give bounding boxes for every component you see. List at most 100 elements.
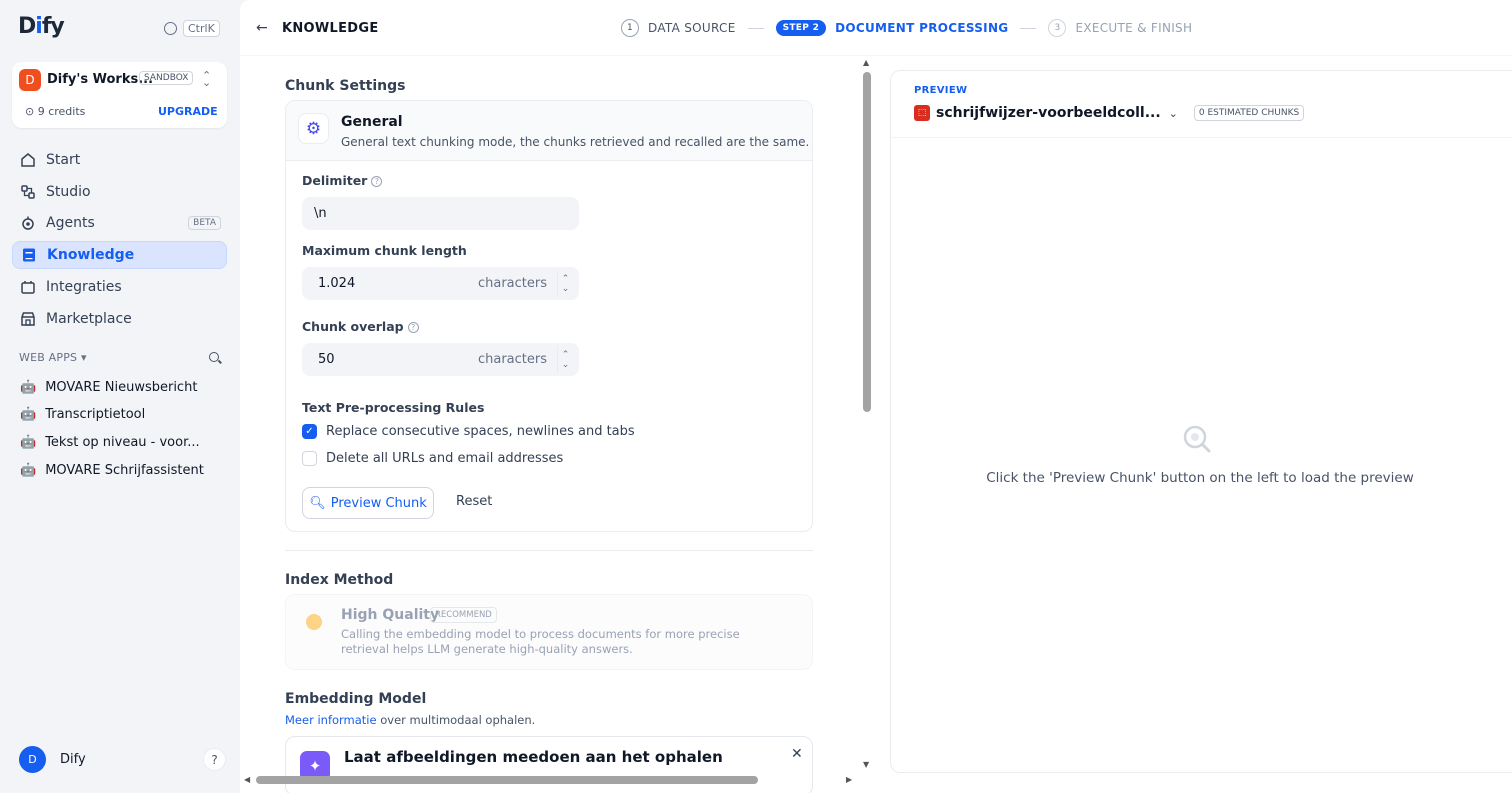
chevron-down-icon: ⌄ <box>1168 106 1178 120</box>
estimated-chunks-badge: 0 ESTIMATED CHUNKS <box>1193 105 1305 121</box>
file-name: schrijfwijzer-voorbeeldcoll... <box>936 105 1161 121</box>
multimodal-title: Laat afbeeldingen meedoen aan het ophale… <box>344 748 723 766</box>
preview-pane: PREVIEW ⬚ schrijfwijzer-voorbeeldcoll...… <box>890 70 1512 773</box>
nav-knowledge[interactable]: Knowledge <box>12 241 227 269</box>
web-apps-label: WEB APPS <box>19 351 78 364</box>
number-stepper[interactable]: ⌃ ⌄ <box>557 346 573 373</box>
delimiter-label-text: Delimiter <box>302 173 368 188</box>
max-chunk-length-label: Maximum chunk length <box>302 243 467 258</box>
general-chunk-header: ⚙ General General text chunking mode, th… <box>286 101 812 161</box>
help-button[interactable]: ? <box>203 748 226 771</box>
scroll-up-arrow-icon[interactable]: ▲ <box>863 58 869 67</box>
max-chunk-length-input[interactable]: 1.024 characters ⌃ ⌄ <box>302 267 579 300</box>
search-icon[interactable] <box>209 352 219 362</box>
nav-label: Knowledge <box>47 247 135 263</box>
preview-divider <box>891 137 1512 138</box>
option-desc: Calling the embedding model to process d… <box>341 627 740 656</box>
more-info-link[interactable]: Meer informatie <box>285 713 377 727</box>
page-title[interactable]: KNOWLEDGE <box>282 21 379 36</box>
web-app-item[interactable]: 🤖 Transcriptietool <box>20 403 145 425</box>
search-empty-icon <box>1183 425 1211 453</box>
rule-replace-spaces[interactable]: ✓ Replace consecutive spaces, newlines a… <box>302 424 635 439</box>
nav-label: Integraties <box>46 279 122 295</box>
rule-label: Replace consecutive spaces, newlines and… <box>326 424 635 439</box>
scroll-thumb[interactable] <box>863 72 871 412</box>
nav-start[interactable]: Start <box>12 146 227 174</box>
main-panel: ← KNOWLEDGE 1 DATA SOURCE STEP 2 DOCUMENT … <box>240 0 1512 793</box>
nav-marketplace[interactable]: Marketplace <box>12 305 227 333</box>
upgrade-button[interactable]: UPGRADE <box>158 105 218 118</box>
avatar: D <box>19 746 46 773</box>
robot-icon: 🤖 <box>20 434 37 450</box>
unit-label: characters <box>477 352 547 367</box>
nav-agents[interactable]: Agents BETA <box>12 209 227 237</box>
recommend-badge: RECOMMEND <box>430 607 497 623</box>
help-circle-icon[interactable]: ? <box>371 176 383 187</box>
nav-integrations[interactable]: Integraties <box>12 273 227 301</box>
web-apps-toggle[interactable]: WEB APPS ▾ <box>19 351 87 364</box>
web-app-label: MOVARE Nieuwsbericht <box>45 379 198 395</box>
arrow-left-icon[interactable]: ← <box>256 20 268 36</box>
search-shortcut[interactable]: CtrlK <box>164 20 220 37</box>
checkbox-unchecked[interactable] <box>302 451 317 466</box>
gear-icon: ⚙ <box>298 113 329 144</box>
nav-label: Agents <box>46 215 95 231</box>
step-number: 3 <box>1048 19 1067 37</box>
web-app-item[interactable]: 🤖 MOVARE Schrijfassistent <box>20 459 204 481</box>
reset-button[interactable]: Reset <box>456 494 492 509</box>
step-label: EXECUTE & FINISH <box>1075 21 1193 35</box>
general-chunk-card: ⚙ General General text chunking mode, th… <box>285 100 813 532</box>
delimiter-input[interactable]: \n <box>302 197 579 230</box>
shortcut-key: CtrlK <box>183 20 220 37</box>
option-title: High Quality <box>341 607 440 623</box>
scroll-thumb[interactable] <box>256 776 758 784</box>
file-selector[interactable]: ⬚ schrijfwijzer-voorbeeldcoll... ⌄ 0 EST… <box>914 105 1305 121</box>
credits-value: 9 credits <box>37 105 86 118</box>
web-app-item[interactable]: 🤖 MOVARE Nieuwsbericht <box>20 376 197 398</box>
scroll-down-arrow-icon[interactable]: ▼ <box>863 760 869 769</box>
rule-delete-urls[interactable]: Delete all URLs and email addresses <box>302 451 563 466</box>
web-app-item[interactable]: 🤖 Tekst op niveau - voor... <box>20 431 200 453</box>
chunk-overlap-input[interactable]: 50 characters ⌃ ⌄ <box>302 343 579 376</box>
number-stepper[interactable]: ⌃ ⌄ <box>557 270 573 297</box>
step-label: DATA SOURCE <box>648 21 736 35</box>
chunk-settings-title: Chunk Settings <box>285 78 406 94</box>
scroll-right-arrow-icon[interactable]: ▶ <box>846 775 852 784</box>
settings-pane: Chunk Settings ⚙ General General text ch… <box>240 56 870 793</box>
user-name: Dify <box>60 752 86 767</box>
search-history-icon <box>164 22 177 35</box>
preview-chunk-button[interactable]: 🔍︎ Preview Chunk <box>302 487 434 519</box>
nav-label: Studio <box>46 184 91 200</box>
close-icon[interactable]: ✕ <box>791 746 803 762</box>
beta-badge: BETA <box>188 216 221 230</box>
credits-icon: ⊙ <box>25 105 35 118</box>
unit-label: characters <box>477 276 547 291</box>
high-quality-option[interactable]: High Quality RECOMMEND Calling the embed… <box>285 594 813 670</box>
chevron-up-down-icon[interactable]: ⌃ ⌄ <box>202 70 211 88</box>
checkbox-checked[interactable]: ✓ <box>302 424 317 439</box>
chunk-overlap-label: Chunk overlap? <box>302 319 419 334</box>
horizontal-scrollbar[interactable]: ◀ ▶ <box>240 772 858 788</box>
nav-label: Start <box>46 152 81 168</box>
step-document-processing: STEP 2 DOCUMENT PROCESSING <box>775 20 1009 36</box>
user-menu[interactable]: D Dify <box>19 746 86 773</box>
workspace-card[interactable]: D Dify's Works... SANDBOX ⌃ ⌄ ⊙ 9 credits… <box>12 62 227 128</box>
embedding-subtext-rest: over multimodaal ophalen. <box>376 713 536 727</box>
web-app-label: MOVARE Schrijfassistent <box>45 462 204 478</box>
robot-icon: 🤖 <box>20 406 37 422</box>
plan-badge: SANDBOX <box>139 71 194 85</box>
help-circle-icon[interactable]: ? <box>407 322 419 333</box>
pdf-icon: ⬚ <box>914 105 930 121</box>
vertical-scrollbar[interactable]: ▲ ▼ <box>860 56 874 772</box>
scroll-left-arrow-icon[interactable]: ◀ <box>244 775 250 784</box>
studio-icon <box>20 184 36 200</box>
rule-label: Delete all URLs and email addresses <box>326 451 564 466</box>
stepper: 1 DATA SOURCE STEP 2 DOCUMENT PROCESSING 3… <box>621 19 1192 37</box>
nav-studio[interactable]: Studio <box>12 178 227 206</box>
dify-logo[interactable]: Dify <box>18 14 65 39</box>
home-icon <box>20 152 36 168</box>
star-icon <box>306 614 322 630</box>
chunk-mode-desc: General text chunking mode, the chunks r… <box>341 135 810 149</box>
web-app-label: Tekst op niveau - voor... <box>45 434 200 450</box>
sidebar: Dify CtrlK D Dify's Works... SANDBOX ⌃ ⌄ … <box>0 0 240 793</box>
